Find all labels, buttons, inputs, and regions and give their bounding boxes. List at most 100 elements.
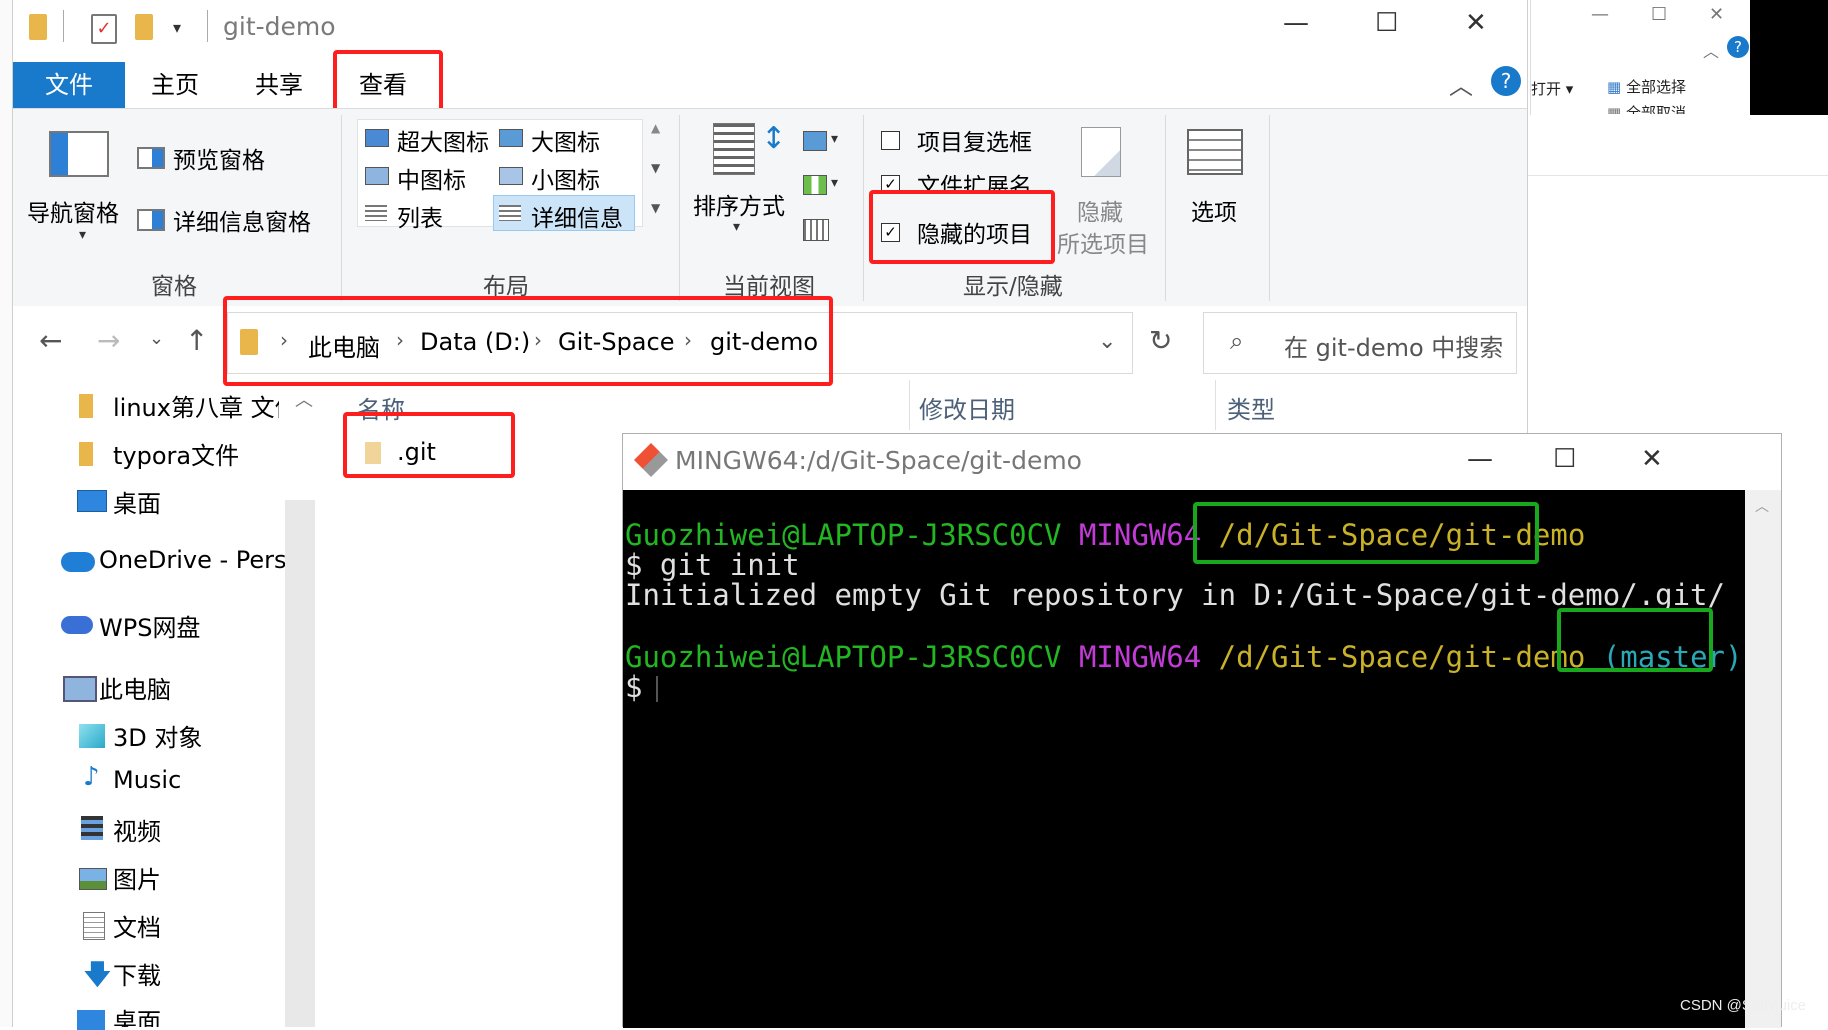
folder-icon — [79, 442, 93, 466]
nav-pane-dropdown-icon[interactable]: ▾ — [79, 227, 86, 243]
git-bash-window: MINGW64:/d/Git-Space/git-demo — ☐ ✕ Guoz… — [622, 433, 1782, 1028]
preview-pane-button[interactable]: 预览窗格 — [173, 141, 265, 175]
back-icon[interactable]: ← — [39, 324, 62, 357]
terminal-command-2: $ — [625, 670, 659, 704]
sort-arrow-icon: ↕ — [761, 121, 787, 156]
minimize-icon[interactable]: — — [1283, 8, 1309, 38]
item-checkboxes-checkbox[interactable] — [881, 131, 900, 150]
size-columns-icon[interactable] — [803, 219, 829, 241]
bg-help-icon[interactable]: ? — [1727, 36, 1749, 58]
up-icon[interactable]: ↑ — [185, 324, 208, 357]
group-by-dropdown-icon[interactable]: ▾ — [831, 131, 838, 147]
sidebar-item-3d-objects[interactable]: 3D 对象 — [113, 718, 202, 753]
bg-maximize-icon[interactable]: ☐ — [1651, 4, 1667, 25]
add-columns-dropdown-icon[interactable]: ▾ — [831, 175, 838, 191]
item-checkboxes-label[interactable]: 项目复选框 — [917, 123, 1032, 157]
sort-by-button[interactable]: 排序方式 — [693, 187, 785, 221]
navigation-pane-button[interactable]: 导航窗格 — [27, 194, 119, 228]
properties-icon[interactable]: ✓ — [91, 14, 117, 44]
address-dropdown-icon[interactable]: ⌄ — [1098, 329, 1116, 354]
layout-medium-icons[interactable]: 中图标 — [397, 161, 466, 195]
maximize-icon[interactable]: ☐ — [1375, 8, 1398, 38]
medium-icons-icon — [365, 167, 389, 185]
gallery-up-icon[interactable]: ▲ — [651, 121, 660, 135]
sidebar-item-music[interactable]: Music — [113, 766, 181, 794]
search-input[interactable]: ⌕ 在 git-demo 中搜索 — [1203, 312, 1517, 374]
deselect-icon: ▦ — [1607, 104, 1622, 114]
folder-icon — [29, 14, 47, 40]
sort-dropdown-icon[interactable]: ▾ — [733, 219, 740, 235]
layout-small-icons[interactable]: 小图标 — [531, 161, 600, 195]
folder-icon — [79, 394, 93, 418]
quick-access-dropdown-icon[interactable]: ▾ — [173, 18, 181, 37]
collapse-ribbon-icon[interactable]: ︿ — [1449, 66, 1473, 101]
options-button[interactable]: 选项 — [1191, 193, 1237, 227]
large-icons-icon — [499, 129, 523, 147]
watermark: CSDN @Saltyjuice — [1680, 997, 1807, 1014]
highlight-master-branch — [1557, 608, 1713, 672]
hide-selected-label-2[interactable]: 所选项目 — [1057, 225, 1149, 259]
sidebar-item-documents[interactable]: 文档 — [113, 908, 161, 943]
terminal-minimize-icon[interactable]: — — [1467, 444, 1493, 474]
highlight-hidden-items — [869, 190, 1055, 264]
prompt-env: MINGW64 — [1078, 518, 1202, 552]
column-divider — [909, 380, 910, 430]
gallery-down-icon[interactable]: ▼ — [651, 161, 660, 175]
terminal-titlebar: MINGW64:/d/Git-Space/git-demo — ☐ ✕ — [623, 434, 1781, 490]
bg-close-icon[interactable]: ✕ — [1709, 4, 1724, 25]
tab-home[interactable]: 主页 — [151, 62, 199, 108]
forward-icon[interactable]: → — [97, 324, 120, 357]
sidebar-scrollbar[interactable] — [285, 500, 315, 1027]
sidebar-item-downloads[interactable]: 下载 — [113, 956, 161, 991]
terminal-title: MINGW64:/d/Git-Space/git-demo — [675, 446, 1082, 475]
bg-open-button[interactable]: 打开 ▾ — [1531, 78, 1573, 99]
sidebar-item-this-pc[interactable]: 此电脑 — [99, 670, 171, 705]
tab-share[interactable]: 共享 — [255, 62, 303, 108]
pane-group-label: 窗格 — [151, 274, 197, 300]
details-pane-button[interactable]: 详细信息窗格 — [173, 203, 311, 237]
bg-collapse-icon[interactable]: ︿ — [1703, 38, 1719, 62]
add-columns-icon[interactable] — [803, 175, 827, 195]
sidebar-item-typora[interactable]: typora文件 — [113, 436, 239, 471]
bg-deselect-button[interactable]: ▦ 全部取消 — [1607, 102, 1686, 114]
background-window: — ☐ ✕ ︿ ? 打开 ▾ ▦ 全部选择 ▦ 全部取消 — [1530, 0, 1751, 115]
sidebar-item-onedrive[interactable]: OneDrive - Perso — [99, 546, 285, 574]
sidebar-scroll-up-icon[interactable]: ︿ — [295, 386, 313, 412]
close-icon[interactable]: ✕ — [1465, 8, 1487, 38]
tab-file[interactable]: 文件 — [13, 62, 125, 108]
terminal-output[interactable]: Guozhiwei@LAPTOP-J3RSC0CV MINGW64 /d/Git… — [623, 490, 1745, 1028]
sort-by-icon — [713, 123, 755, 175]
titlebar-divider-2 — [207, 10, 208, 42]
group-by-icon[interactable] — [803, 131, 827, 151]
column-modified-header[interactable]: 修改日期 — [919, 390, 1015, 425]
sidebar-item-linux[interactable]: linux第八章 文件 — [113, 388, 279, 423]
terminal-scrollbar[interactable]: ︿ — [1745, 490, 1781, 1028]
layout-extra-large-icons[interactable]: 超大图标 — [397, 123, 489, 157]
sidebar-item-videos[interactable]: 视频 — [113, 812, 161, 847]
sidebar-item-pictures[interactable]: 图片 — [113, 860, 161, 895]
recent-dropdown-icon[interactable]: ⌄ — [149, 328, 164, 349]
left-edge-window — [0, 0, 12, 1027]
bg-minimize-icon[interactable]: — — [1591, 4, 1609, 25]
layout-list[interactable]: 列表 — [397, 199, 443, 233]
sidebar-item-desktop[interactable]: 桌面 — [113, 484, 161, 519]
search-placeholder: 在 git-demo 中搜索 — [1284, 334, 1504, 362]
hide-selected-label-1[interactable]: 隐藏 — [1077, 193, 1123, 227]
column-type-header[interactable]: 类型 — [1227, 390, 1275, 425]
scroll-up-icon[interactable]: ︿ — [1755, 496, 1769, 516]
onedrive-icon — [61, 552, 95, 572]
refresh-icon[interactable]: ↻ — [1149, 324, 1172, 357]
new-folder-icon[interactable] — [135, 14, 153, 40]
terminal-close-icon[interactable]: ✕ — [1641, 444, 1663, 474]
sidebar-item-desktop-2[interactable]: 桌面 — [113, 1002, 161, 1027]
terminal-maximize-icon[interactable]: ☐ — [1553, 444, 1576, 474]
layout-large-icons[interactable]: 大图标 — [531, 123, 600, 157]
gallery-more-icon[interactable]: ▼ — [651, 201, 660, 215]
this-pc-icon — [63, 676, 97, 702]
prompt-env: MINGW64 — [1078, 640, 1202, 674]
sidebar-item-wps[interactable]: WPS网盘 — [99, 608, 200, 643]
prompt-symbol: $ — [625, 670, 643, 704]
layout-details[interactable]: 详细信息 — [531, 199, 623, 233]
help-icon[interactable]: ? — [1491, 66, 1521, 96]
bg-select-all-button[interactable]: ▦ 全部选择 — [1607, 76, 1686, 97]
